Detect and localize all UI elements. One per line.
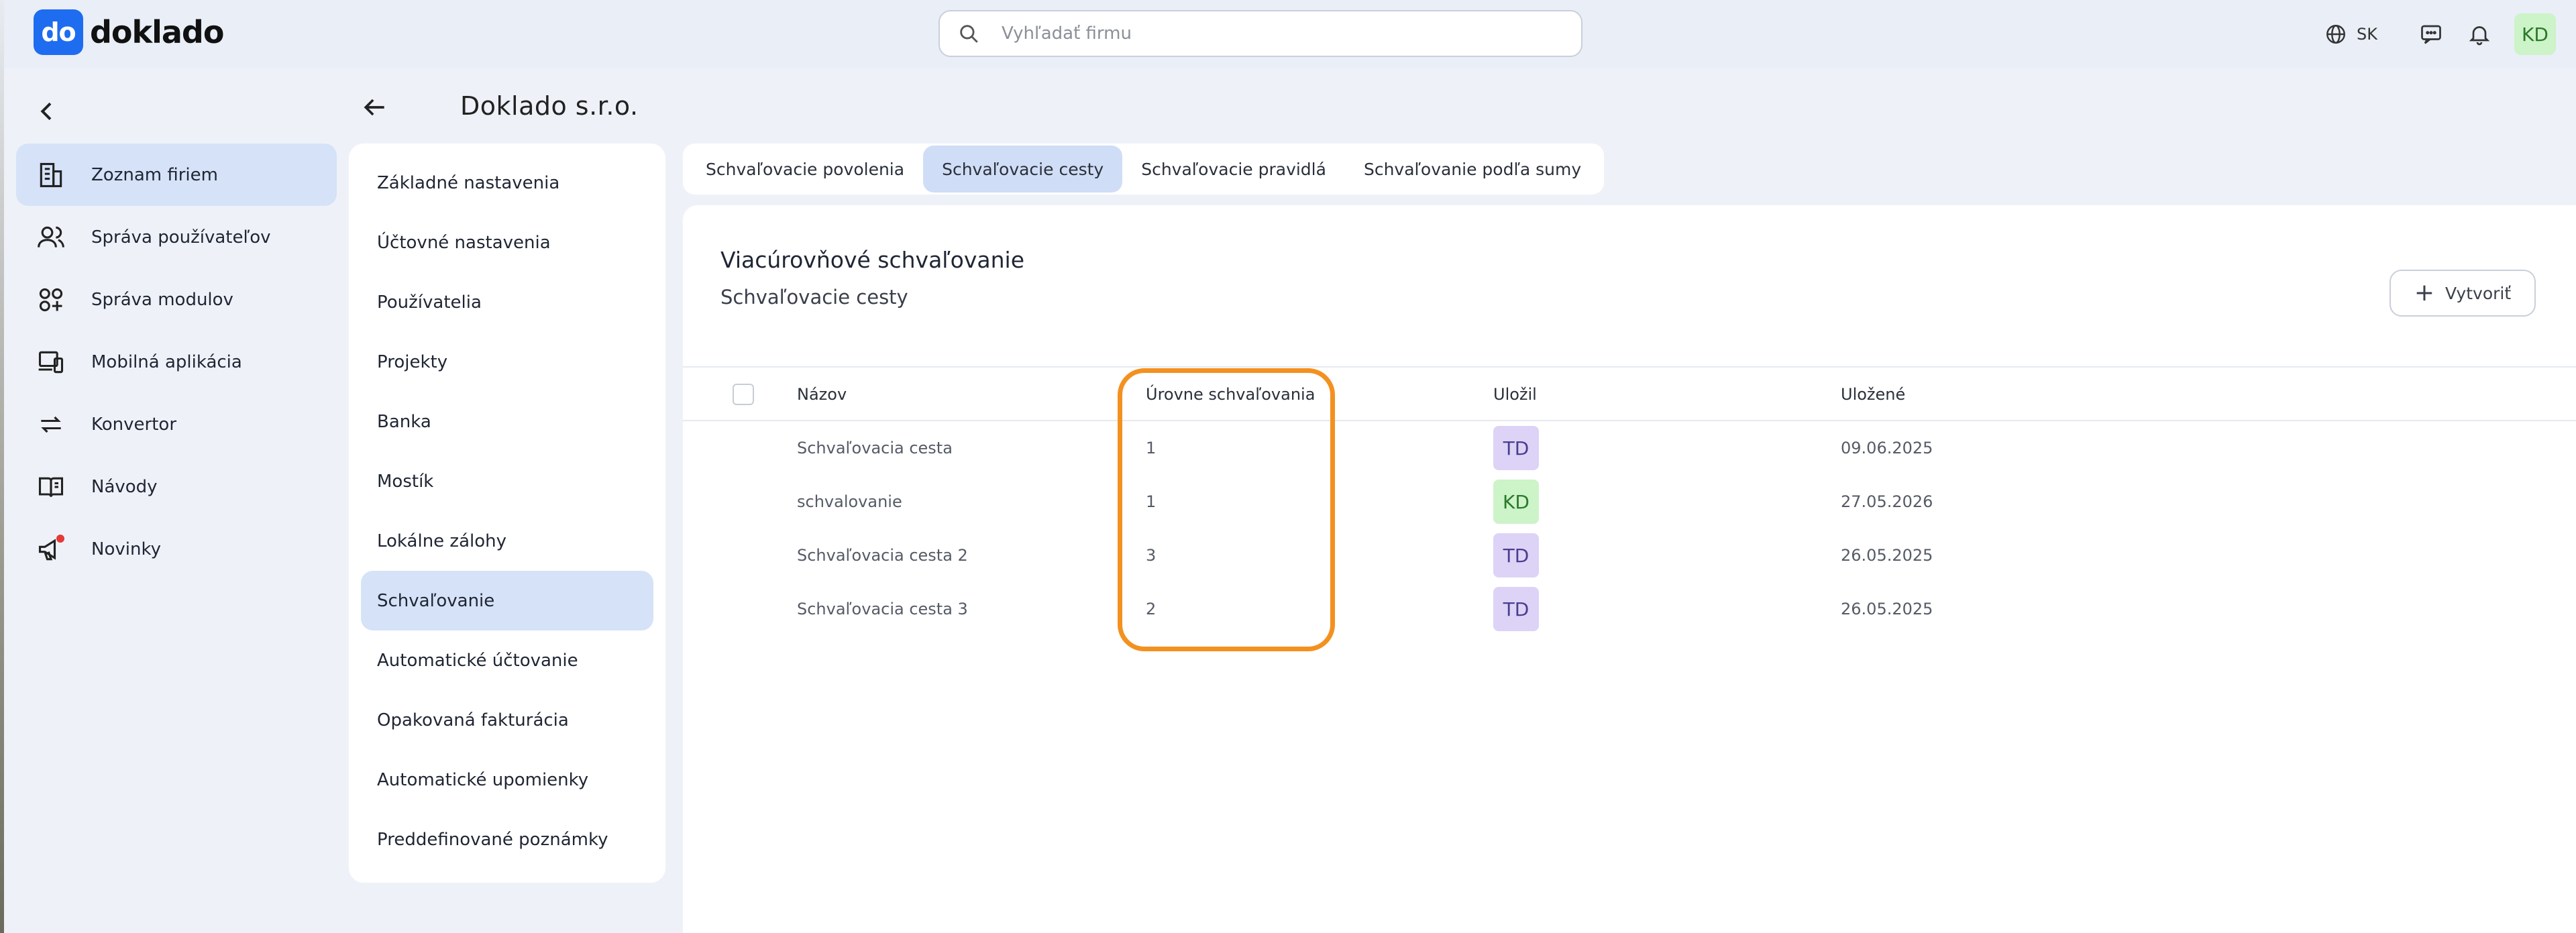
table-header: Názov Úrovne schvaľovania Uložil Uložené <box>683 368 2576 421</box>
row-name: Schvaľovacia cesta 2 <box>797 546 968 565</box>
row-levels: 1 <box>1146 492 1157 511</box>
top-bar: do doklado SK KD <box>4 0 2576 68</box>
settings-item-accounting[interactable]: Účtovné nastavenia <box>361 213 653 272</box>
approval-tabs: Schvaľovacie povolenia Schvaľovacie cest… <box>683 144 1605 195</box>
row-levels: 3 <box>1146 546 1157 565</box>
tab-approval-paths[interactable]: Schvaľovacie cesty <box>923 146 1123 193</box>
table-row[interactable]: Schvaľovacia cesta 2 3 TD 26.05.2025 <box>683 529 2576 582</box>
settings-item-local-backups[interactable]: Lokálne zálohy <box>361 511 653 571</box>
sidebar-item-mobile-app[interactable]: Mobilná aplikácia <box>16 331 337 393</box>
language-label: SK <box>2357 25 2377 44</box>
table-row[interactable]: schvalovanie 1 KD 27.05.2026 <box>683 475 2576 529</box>
app-logo[interactable]: do doklado <box>34 9 224 55</box>
card-subtitle: Schvaľovacie cesty <box>720 286 908 309</box>
settings-item-auto-reminders[interactable]: Automatické upomienky <box>361 750 653 810</box>
row-levels: 1 <box>1146 439 1157 457</box>
language-selector[interactable]: SK <box>2324 23 2377 46</box>
sidebar-item-guides[interactable]: Návody <box>16 455 337 518</box>
settings-item-users[interactable]: Používatelia <box>361 272 653 332</box>
sidebar-item-label: Zoznam firiem <box>91 164 218 185</box>
settings-item-bridge[interactable]: Mostík <box>361 451 653 511</box>
row-date: 26.05.2025 <box>1841 600 1933 618</box>
sidebar-item-label: Správa modulov <box>91 289 233 310</box>
chat-icon[interactable] <box>2418 21 2445 48</box>
collapse-sidebar-icon[interactable] <box>34 98 60 125</box>
row-date: 26.05.2025 <box>1841 546 1933 565</box>
sidebar-item-label: Správa používateľov <box>91 227 271 248</box>
create-button-label: Vytvoriť <box>2445 283 2512 303</box>
user-badge: TD <box>1493 587 1539 631</box>
column-header-name[interactable]: Názov <box>797 368 847 421</box>
sidebar-item-label: Návody <box>91 476 158 497</box>
page-title: Doklado s.r.o. <box>460 91 639 121</box>
user-avatar[interactable]: KD <box>2514 13 2556 55</box>
column-header-levels[interactable]: Úrovne schvaľovania <box>1146 368 1315 421</box>
select-all-checkbox[interactable] <box>733 384 754 405</box>
settings-item-auto-accounting[interactable]: Automatické účtovanie <box>361 630 653 690</box>
convert-icon <box>41 416 61 433</box>
row-name: Schvaľovacia cesta <box>797 439 953 457</box>
company-search[interactable] <box>938 10 1582 57</box>
globe-icon <box>2326 25 2345 44</box>
sidebar-item-company-list[interactable]: Zoznam firiem <box>16 144 337 206</box>
settings-menu: Základné nastavenia Účtovné nastavenia P… <box>349 144 665 883</box>
settings-item-predefined-notes[interactable]: Preddefinované poznámky <box>361 810 653 869</box>
column-header-saved-by[interactable]: Uložil <box>1493 368 1537 421</box>
book-icon <box>38 477 64 497</box>
row-name: schvalovanie <box>797 492 902 511</box>
sidebar-item-label: Mobilná aplikácia <box>91 351 242 372</box>
window-edge <box>0 0 4 933</box>
table-row[interactable]: Schvaľovacia cesta 1 TD 09.06.2025 <box>683 421 2576 475</box>
logo-mark: do <box>34 9 83 55</box>
row-name: Schvaľovacia cesta 3 <box>797 600 968 618</box>
search-icon <box>960 25 978 43</box>
create-button[interactable]: + Vytvoriť <box>2390 270 2536 317</box>
column-header-saved-at[interactable]: Uložené <box>1841 368 1905 421</box>
settings-item-bank[interactable]: Banka <box>361 392 653 451</box>
sidebar-item-label: Konvertor <box>91 414 177 435</box>
sidebar-item-module-management[interactable]: Správa modulov <box>16 268 337 331</box>
bell-icon[interactable] <box>2466 21 2493 48</box>
devices-icon <box>38 351 64 373</box>
table-row[interactable]: Schvaľovacia cesta 3 2 TD 26.05.2025 <box>683 582 2576 636</box>
sidebar-item-converter[interactable]: Konvertor <box>16 393 337 455</box>
user-badge: TD <box>1493 426 1539 470</box>
modules-icon <box>39 288 63 311</box>
megaphone-icon <box>36 534 66 564</box>
user-badge: TD <box>1493 533 1539 578</box>
unread-dot <box>56 534 64 543</box>
settings-item-projects[interactable]: Projekty <box>361 332 653 392</box>
settings-item-approval[interactable]: Schvaľovanie <box>361 571 653 630</box>
sidebar-item-news[interactable]: Novinky <box>16 518 337 580</box>
user-badge: KD <box>1493 480 1539 524</box>
row-date: 09.06.2025 <box>1841 439 1933 457</box>
approval-paths-table: Názov Úrovne schvaľovania Uložil Uložené… <box>683 368 2576 636</box>
settings-item-basic[interactable]: Základné nastavenia <box>361 153 653 213</box>
logo-text: doklado <box>90 14 224 50</box>
sidebar-item-user-management[interactable]: Správa používateľov <box>16 206 337 268</box>
search-input[interactable] <box>1002 23 1552 44</box>
approval-paths-card: Viacúrovňové schvaľovanie Schvaľovacie c… <box>683 205 2576 933</box>
tab-approval-rules[interactable]: Schvaľovacie pravidlá <box>1122 146 1345 193</box>
building-icon <box>40 162 62 187</box>
card-title: Viacúrovňové schvaľovanie <box>720 247 1024 273</box>
sidebar-nav: Zoznam firiem Správa používateľov Správa… <box>16 144 337 580</box>
tab-approval-by-amount[interactable]: Schvaľovanie podľa sumy <box>1345 146 1600 193</box>
users-icon <box>38 226 64 248</box>
tab-approval-permissions[interactable]: Schvaľovacie povolenia <box>687 146 923 193</box>
sidebar-item-label: Novinky <box>91 539 161 559</box>
row-levels: 2 <box>1146 600 1157 618</box>
plus-icon: + <box>2414 279 2434 307</box>
settings-item-recurring-invoicing[interactable]: Opakovaná fakturácia <box>361 690 653 750</box>
row-date: 27.05.2026 <box>1841 492 1933 511</box>
back-arrow-icon[interactable] <box>360 93 389 122</box>
